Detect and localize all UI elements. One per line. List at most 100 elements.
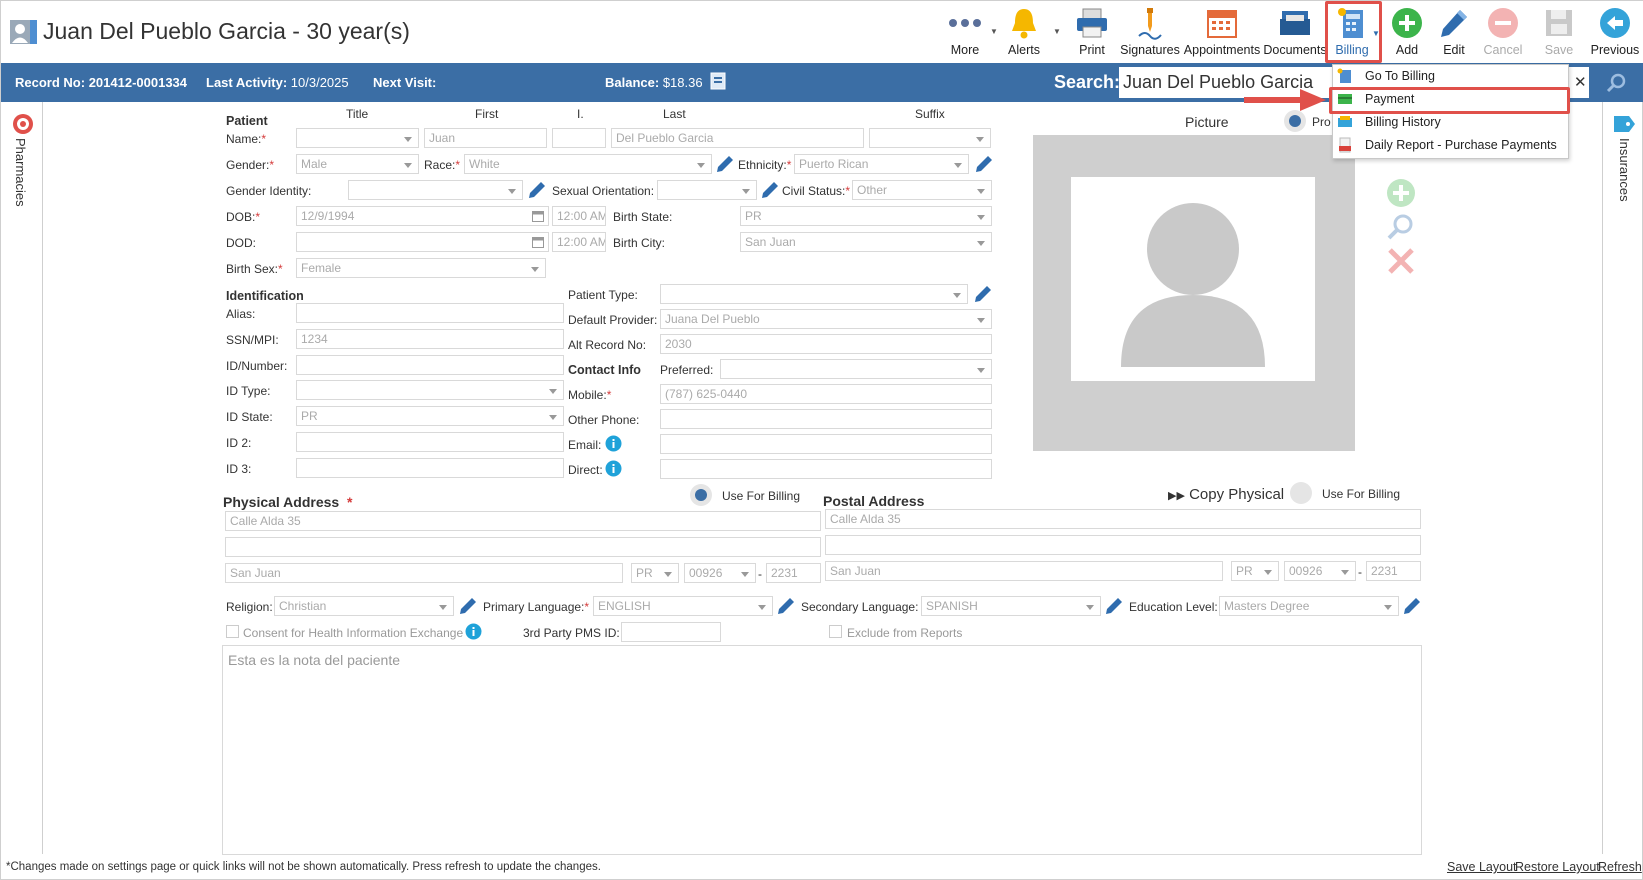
documents-label: Documents <box>1263 43 1327 57</box>
dob-calendar-icon[interactable] <box>532 210 544 222</box>
insurances-side-tab[interactable]: Insurances <box>1602 102 1643 854</box>
physical-address-line1[interactable]: Calle Alda 35 <box>225 511 821 531</box>
postal-zip-select[interactable]: 00926 <box>1284 561 1356 581</box>
mobile-input[interactable]: (787) 625-0440 <box>660 384 992 404</box>
edit-label: Edit <box>1443 43 1465 57</box>
postal-use-for-billing-radio[interactable] <box>1290 482 1312 504</box>
gender-identity-edit-icon[interactable] <box>527 180 547 200</box>
physical-zip-select[interactable]: 00926 <box>684 563 756 583</box>
cancel-button[interactable]: Cancel <box>1479 5 1527 61</box>
patient-notes-textarea[interactable]: Esta es la nota del paciente <box>222 645 1422 855</box>
alias-input[interactable] <box>296 303 564 323</box>
search-clear-icon[interactable]: ✕ <box>1574 73 1587 91</box>
dod-time-input[interactable]: 12:00 AM <box>552 232 606 252</box>
dod-date-input[interactable] <box>296 232 549 252</box>
email-info-icon[interactable] <box>605 435 622 452</box>
postal-state-select[interactable]: PR <box>1231 561 1279 581</box>
direct-input[interactable] <box>660 459 992 479</box>
patient-type-edit-icon[interactable] <box>973 284 993 304</box>
zoom-picture-icon[interactable] <box>1386 212 1416 242</box>
menu-item-go-to-billing[interactable]: Go To Billing <box>1333 65 1568 88</box>
previous-label: Previous <box>1590 43 1640 57</box>
preferred-contact-select[interactable] <box>720 359 992 379</box>
first-name-input[interactable]: Juan <box>424 128 547 148</box>
refresh-link[interactable]: Refresh <box>1598 860 1642 874</box>
postal-use-for-billing-label: Use For Billing <box>1322 487 1401 501</box>
religion-edit-icon[interactable] <box>458 596 478 616</box>
birth-state-select[interactable]: PR <box>740 206 992 226</box>
id-number-input[interactable] <box>296 355 564 375</box>
edit-button[interactable]: Edit <box>1434 5 1474 61</box>
copy-physical-button[interactable]: ▶▶ Copy Physical <box>1168 486 1284 503</box>
physical-address-line2[interactable] <box>225 537 821 557</box>
delete-picture-icon[interactable] <box>1386 246 1416 276</box>
alerts-button[interactable]: Alerts <box>997 5 1051 61</box>
email-input[interactable] <box>660 434 992 454</box>
education-level-select[interactable]: Masters Degree <box>1219 596 1399 616</box>
patient-type-select[interactable] <box>660 284 968 304</box>
race-select[interactable]: White <box>464 154 712 174</box>
ethnicity-select[interactable]: Puerto Rican <box>794 154 969 174</box>
more-button[interactable]: More <box>941 5 989 61</box>
postal-zip-ext-input[interactable]: 2231 <box>1366 561 1421 581</box>
primary-language-edit-icon[interactable] <box>776 596 796 616</box>
alt-record-input[interactable]: 2030 <box>660 334 992 354</box>
sexual-orientation-edit-icon[interactable] <box>760 180 780 200</box>
id3-input[interactable] <box>296 458 564 478</box>
alerts-dropdown-icon[interactable]: ▼ <box>1053 27 1061 36</box>
suffix-select[interactable] <box>869 128 991 148</box>
direct-info-icon[interactable] <box>605 460 622 477</box>
postal-address-line2[interactable] <box>825 535 1421 555</box>
ssn-input[interactable]: 1234 <box>296 329 564 349</box>
religion-select[interactable]: Christian <box>274 596 454 616</box>
save-layout-link[interactable]: Save Layout <box>1447 860 1517 874</box>
previous-button[interactable]: Previous <box>1589 5 1641 61</box>
dob-time-input[interactable]: 12:00 AM <box>552 206 606 226</box>
gender-identity-select[interactable] <box>348 180 523 200</box>
physical-city-input[interactable]: San Juan <box>225 563 623 583</box>
education-level-edit-icon[interactable] <box>1402 596 1422 616</box>
menu-item-billing-history[interactable]: Billing History <box>1333 111 1568 134</box>
postal-city-input[interactable]: San Juan <box>825 561 1223 581</box>
appointments-button[interactable]: Appointments <box>1183 5 1261 61</box>
restore-layout-link[interactable]: Restore Layout <box>1515 860 1600 874</box>
id-type-select[interactable] <box>296 380 564 400</box>
menu-item-daily-report[interactable]: Daily Report - Purchase Payments <box>1333 134 1568 157</box>
ethnicity-edit-icon[interactable] <box>974 154 994 174</box>
dob-date-input[interactable]: 12/9/1994 <box>296 206 549 226</box>
third-party-pms-input[interactable] <box>621 622 721 642</box>
add-picture-icon[interactable] <box>1386 178 1416 208</box>
id-state-select[interactable]: PR <box>296 406 564 426</box>
primary-language-select[interactable]: ENGLISH <box>593 596 773 616</box>
default-provider-select[interactable]: Juana Del Pueblo <box>660 309 992 329</box>
birth-sex-select[interactable]: Female <box>296 258 546 278</box>
consent-checkbox[interactable] <box>226 625 239 638</box>
consent-info-icon[interactable] <box>465 623 482 640</box>
balance-receipt-icon[interactable] <box>710 72 726 90</box>
dod-calendar-icon[interactable] <box>532 236 544 248</box>
exclude-reports-checkbox[interactable] <box>829 625 842 638</box>
civil-status-select[interactable]: Other <box>852 180 992 200</box>
postal-address-line1[interactable]: Calle Alda 35 <box>825 509 1421 529</box>
search-button[interactable] <box>1592 67 1642 98</box>
pharmacies-side-tab[interactable]: Pharmacies <box>1 102 43 854</box>
documents-button[interactable]: Documents <box>1263 5 1327 61</box>
gender-select[interactable]: Male <box>296 154 419 174</box>
id2-input[interactable] <box>296 432 564 452</box>
signatures-button[interactable]: Signatures <box>1119 5 1181 61</box>
title-select[interactable] <box>296 128 419 148</box>
secondary-language-edit-icon[interactable] <box>1104 596 1124 616</box>
birth-city-select[interactable]: San Juan <box>740 232 992 252</box>
race-edit-icon[interactable] <box>715 154 735 174</box>
middle-initial-input[interactable] <box>552 128 606 148</box>
sexual-orientation-select[interactable] <box>657 180 757 200</box>
other-phone-input[interactable] <box>660 409 992 429</box>
physical-zip-ext-input[interactable]: 2231 <box>766 563 821 583</box>
last-name-input[interactable]: Del Pueblo Garcia <box>611 128 864 148</box>
physical-use-for-billing-radio[interactable] <box>690 484 712 506</box>
add-button[interactable]: Add <box>1387 5 1427 61</box>
secondary-language-select[interactable]: SPANISH <box>921 596 1101 616</box>
print-button[interactable]: Print <box>1067 5 1117 61</box>
physical-state-select[interactable]: PR <box>631 563 679 583</box>
save-button[interactable]: Save <box>1539 5 1579 61</box>
